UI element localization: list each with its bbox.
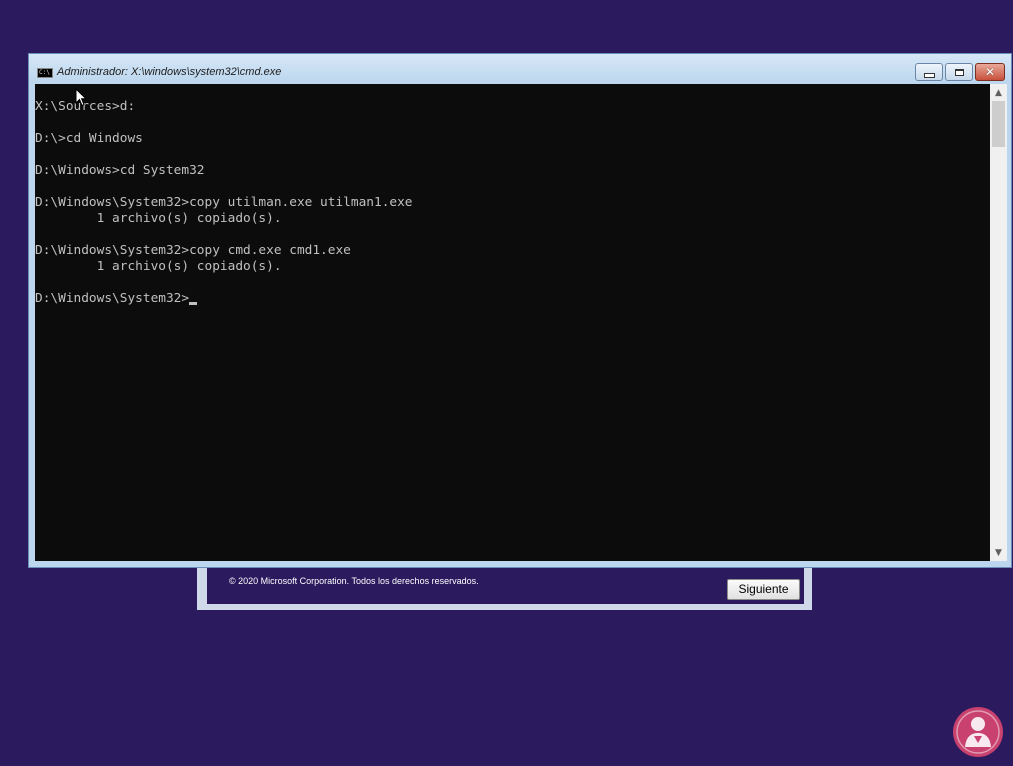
maximize-icon: [954, 68, 964, 76]
console-lines: X:\Sources>d: D:\>cd Windows D:\Windows>cd…: [35, 99, 413, 307]
close-icon: ✕: [984, 65, 996, 79]
console-line: D:\Windows\System32>copy cmd.exe cmd1.ex…: [35, 243, 351, 258]
scroll-up-icon[interactable]: ▲: [990, 84, 1007, 101]
next-button-label: Siguiente: [738, 582, 789, 596]
text-cursor: [189, 302, 198, 305]
console-line: 1 archivo(s) copiado(s).: [35, 211, 282, 226]
next-button[interactable]: Siguiente: [727, 579, 800, 600]
cmd-icon: C:\: [37, 68, 53, 78]
watermark-logo-icon: [953, 707, 1003, 757]
minimize-icon: [923, 72, 935, 78]
copyright-text: © 2020 Microsoft Corporation. Todos los …: [229, 576, 479, 586]
mouse-pointer-icon: [75, 88, 87, 107]
scroll-thumb[interactable]: [992, 101, 1005, 147]
close-button[interactable]: ✕: [975, 63, 1005, 81]
console-line: D:\Windows\System32>: [35, 291, 413, 307]
vertical-scrollbar[interactable]: ▲ ▼: [990, 84, 1007, 561]
cmd-window: C:\ Administrador: X:\windows\system32\c…: [28, 53, 1012, 568]
scroll-down-icon[interactable]: ▼: [990, 544, 1007, 561]
window-title: Administrador: X:\windows\system32\cmd.e…: [57, 66, 282, 78]
console-line: 1 archivo(s) copiado(s).: [35, 259, 282, 274]
console-line: D:\Windows>cd System32: [35, 163, 205, 178]
window-controls: ✕: [915, 63, 1005, 81]
console-line: X:\Sources>d:: [35, 99, 136, 114]
console-output[interactable]: X:\Sources>d: D:\>cd Windows D:\Windows>cd…: [35, 84, 990, 561]
console-line: D:\>cd Windows: [35, 131, 143, 146]
minimize-button[interactable]: [915, 63, 943, 81]
maximize-button[interactable]: [945, 63, 973, 81]
console-line: D:\Windows\System32>copy utilman.exe uti…: [35, 195, 413, 210]
titlebar[interactable]: C:\ Administrador: X:\windows\system32\c…: [29, 54, 1011, 84]
